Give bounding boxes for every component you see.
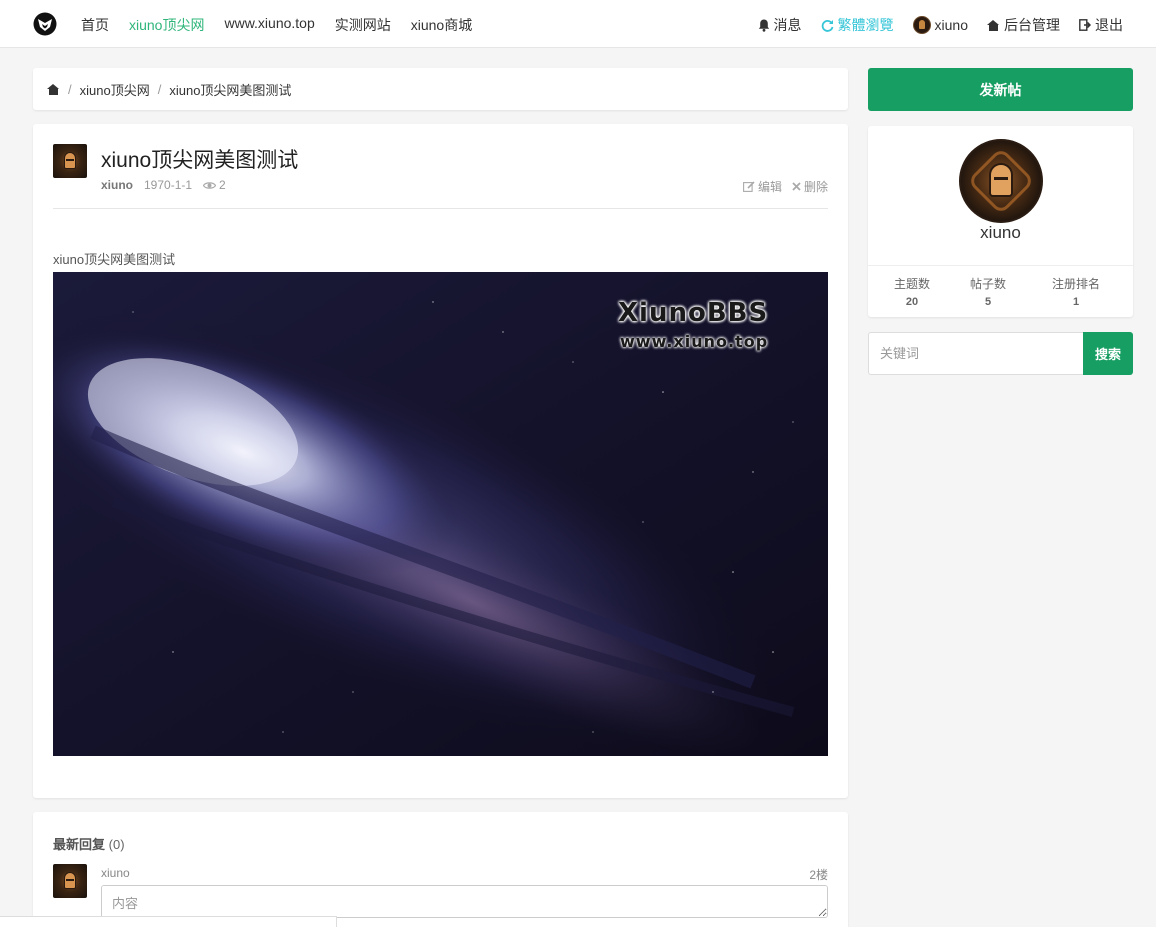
admin-label: 后台管理 [1004, 17, 1060, 33]
reply-floor: 2楼 [809, 868, 828, 882]
post-image: XiunoBBS www.xiuno.top [53, 272, 828, 756]
stat-value: 1 [1072, 296, 1080, 308]
bell-icon [758, 19, 769, 32]
nav-link-home[interactable]: 首页 [81, 15, 109, 35]
traditional-chinese-label: 繁體瀏覽 [837, 17, 894, 33]
logout-link[interactable]: 退出 [1079, 15, 1123, 35]
post-actions: 编辑 删除 [743, 178, 828, 195]
nav-link-shop[interactable]: xiuno商城 [411, 15, 472, 35]
delete-label: 删除 [803, 180, 828, 194]
replies-card: 最新回复 (0) xiuno 2楼 [33, 812, 848, 927]
replies-title: 最新回复 [53, 837, 106, 852]
view-count: 2 [203, 178, 226, 192]
divider [868, 265, 1133, 266]
breadcrumb-separator: / [157, 81, 162, 97]
edit-button[interactable]: 编辑 [743, 178, 782, 195]
avatar[interactable] [959, 139, 1043, 223]
stat-label: 主题数 [893, 277, 930, 291]
image-watermark-title: XiunoBBS [618, 298, 769, 328]
search-form: 搜索 [868, 332, 1133, 375]
bottom-status-strip [0, 916, 337, 927]
stat-rank: 注册排名 1 [1041, 275, 1111, 308]
avatar[interactable] [53, 144, 87, 178]
xiuno-logo-icon[interactable] [33, 12, 57, 36]
messages-label: 消息 [773, 17, 802, 33]
nav-links: 首页 xiuno顶尖网 www.xiuno.top 实测网站 xiuno商城 [81, 15, 472, 35]
breadcrumb-current[interactable]: xiuno顶尖网美图测试 [169, 80, 291, 99]
replies-heading: 最新回复 (0) [53, 834, 125, 853]
home-icon[interactable] [47, 83, 60, 95]
traditional-chinese-link[interactable]: 繁體瀏覽 [821, 15, 894, 35]
image-watermark-url: www.xiuno.top [620, 332, 769, 351]
edit-icon [743, 181, 755, 192]
nav-link-test-sites[interactable]: 实测网站 [335, 15, 391, 35]
post-card: xiuno顶尖网美图测试 xiuno 1970-1-1 2 编辑 删除 xiun… [33, 124, 848, 798]
nav-link-xiuno-top[interactable]: xiuno顶尖网 [129, 15, 204, 35]
top-navbar: 首页 xiuno顶尖网 www.xiuno.top 实测网站 xiuno商城 消… [0, 0, 1156, 48]
messages-link[interactable]: 消息 [758, 15, 802, 35]
home-icon [987, 19, 1000, 31]
post-body-text: xiuno顶尖网美图测试 [53, 252, 176, 267]
logout-label: 退出 [1095, 17, 1123, 33]
breadcrumb: / xiuno顶尖网 / xiuno顶尖网美图测试 [33, 68, 848, 110]
search-button[interactable]: 搜索 [1083, 332, 1133, 375]
edit-label: 编辑 [757, 180, 782, 194]
username-label: xiuno [934, 17, 968, 33]
view-count-value: 2 [219, 178, 226, 192]
logout-icon [1079, 19, 1091, 31]
stat-label: 注册排名 [1051, 277, 1100, 291]
stat-threads: 主题数 20 [877, 275, 947, 308]
search-input[interactable] [868, 332, 1083, 375]
breadcrumb-separator: / [68, 81, 72, 97]
delete-button[interactable]: 删除 [792, 178, 828, 195]
avatar [912, 16, 931, 34]
new-post-button[interactable]: 发新帖 [868, 68, 1133, 111]
post-date: 1970-1-1 [144, 178, 193, 192]
post-meta: xiuno 1970-1-1 2 [101, 178, 226, 192]
avatar[interactable] [53, 864, 87, 898]
profile-card: xiuno 主题数 20 帖子数 5 注册排名 1 [868, 126, 1133, 317]
replies-count: (0) [108, 837, 125, 852]
stat-posts: 帖子数 5 [953, 275, 1023, 308]
stat-label: 帖子数 [969, 277, 1006, 291]
stat-value: 5 [984, 296, 992, 308]
profile-name[interactable]: xiuno [868, 223, 1133, 243]
refresh-icon [821, 19, 833, 32]
divider [53, 208, 828, 209]
admin-link[interactable]: 后台管理 [987, 15, 1060, 35]
user-link[interactable]: xiuno [912, 16, 968, 34]
breadcrumb-forum[interactable]: xiuno顶尖网 [80, 80, 150, 99]
nav-link-site-url[interactable]: www.xiuno.top [224, 15, 314, 35]
post-author[interactable]: xiuno [101, 178, 133, 192]
post-title: xiuno顶尖网美图测试 [101, 149, 299, 172]
close-icon [792, 182, 801, 191]
stat-value: 20 [905, 296, 919, 308]
eye-icon [203, 181, 217, 189]
nav-user-links: 消息 繁體瀏覽 xiuno 后台管理 退出 [758, 15, 1123, 35]
reply-username[interactable]: xiuno [101, 866, 130, 880]
reply-content-input[interactable] [101, 885, 828, 918]
